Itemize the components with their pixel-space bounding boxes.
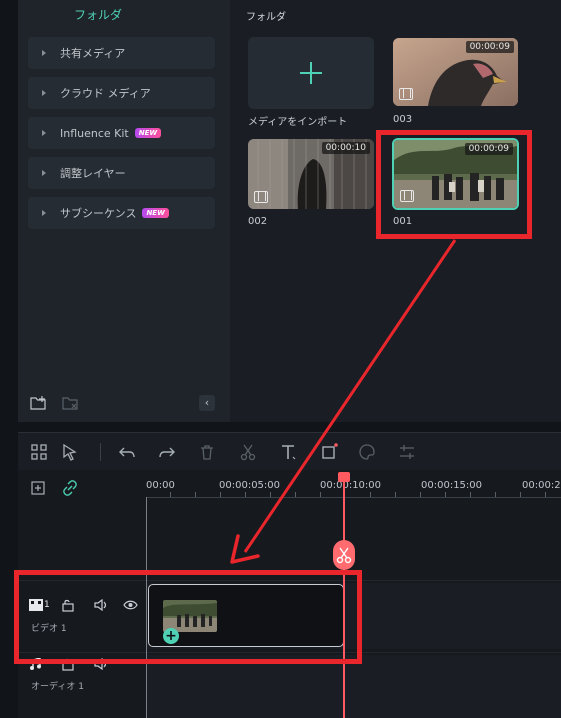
expand-arrow-icon bbox=[42, 170, 46, 176]
annotation-highlight-media-clip bbox=[376, 130, 532, 239]
playhead-handle[interactable] bbox=[338, 472, 350, 482]
film-icon bbox=[254, 191, 268, 203]
expand-arrow-icon bbox=[42, 210, 46, 216]
expand-arrow-icon bbox=[42, 130, 46, 136]
expand-arrow-icon bbox=[42, 50, 46, 56]
ruler-label: 00:00:15:00 bbox=[421, 480, 483, 491]
sidebar-item-label: クラウド メディア bbox=[60, 87, 151, 100]
toolbar-separator bbox=[100, 443, 101, 461]
expand-arrow-icon bbox=[42, 90, 46, 96]
redo-icon[interactable] bbox=[158, 443, 176, 461]
ruler-tick bbox=[170, 492, 171, 497]
new-badge: NEW bbox=[134, 128, 162, 138]
sidebar-item-influence-kit[interactable]: Influence Kit NEW bbox=[28, 117, 215, 149]
crop-icon[interactable] bbox=[320, 443, 338, 461]
time-ruler[interactable] bbox=[146, 497, 561, 498]
sidebar-item-shared-media[interactable]: 共有メディア bbox=[28, 37, 215, 69]
new-folder-icon[interactable] bbox=[30, 396, 46, 410]
ruler-label: 00:00 bbox=[146, 480, 175, 491]
clip-duration: 00:00:09 bbox=[465, 41, 514, 53]
ruler-tick bbox=[195, 492, 196, 497]
ruler-tick bbox=[370, 492, 371, 497]
sidebar-item-label: サブシーケンス bbox=[60, 207, 137, 220]
new-badge: NEW bbox=[142, 208, 169, 218]
select-pointer-icon[interactable] bbox=[61, 443, 79, 461]
delete-icon[interactable] bbox=[198, 443, 216, 461]
add-track-icon[interactable] bbox=[30, 480, 46, 496]
ruler-tick bbox=[220, 492, 221, 497]
ruler-tick bbox=[470, 492, 471, 497]
adjust-sliders-icon[interactable] bbox=[398, 443, 416, 461]
collapse-sidebar-button[interactable]: ‹ bbox=[199, 395, 215, 411]
undo-icon[interactable] bbox=[118, 443, 136, 461]
sidebar-item-subsequence[interactable]: サブシーケンス NEW bbox=[28, 197, 215, 229]
clip-name: 002 bbox=[248, 216, 268, 227]
ruler-tick bbox=[495, 492, 496, 497]
plus-icon bbox=[300, 62, 322, 84]
sidebar-item-adjustment-layer[interactable]: 調整レイヤー bbox=[28, 157, 215, 189]
ruler-tick bbox=[270, 492, 271, 497]
media-clip-002[interactable]: 00:00:10 bbox=[248, 139, 374, 209]
clip-name: 003 bbox=[393, 114, 413, 125]
audio-track-label: オーディオ 1 bbox=[31, 682, 84, 692]
sidebar-item-label: 調整レイヤー bbox=[60, 167, 126, 180]
clip-duration: 00:00:10 bbox=[321, 142, 370, 154]
color-palette-icon[interactable] bbox=[358, 443, 376, 461]
ruler-label: 00:00:05:00 bbox=[219, 480, 281, 491]
sidebar-item-label: 共有メディア bbox=[60, 47, 126, 60]
import-media-label: メディアをインポート bbox=[248, 117, 348, 128]
audio-track-row[interactable] bbox=[146, 655, 561, 718]
sidebar-item-cloud-media[interactable]: クラウド メディア bbox=[28, 77, 215, 109]
ruler-tick bbox=[295, 492, 296, 497]
ruler-tick bbox=[445, 492, 446, 497]
ruler-tick bbox=[245, 492, 246, 497]
sidebar-item-label: Influence Kit bbox=[60, 126, 129, 140]
ruler-tick bbox=[520, 492, 521, 497]
ruler-tick bbox=[395, 492, 396, 497]
link-icon[interactable] bbox=[62, 480, 78, 496]
cut-icon[interactable] bbox=[239, 443, 257, 461]
media-folder-title: フォルダ bbox=[246, 12, 286, 23]
layout-grid-icon[interactable] bbox=[30, 443, 48, 461]
film-icon bbox=[399, 88, 413, 100]
ruler-label: 00:00:10:00 bbox=[320, 480, 382, 491]
ruler-tick bbox=[320, 492, 321, 497]
split-scissors-button[interactable] bbox=[333, 540, 355, 570]
ruler-tick bbox=[420, 492, 421, 497]
annotation-highlight-timeline-track bbox=[14, 570, 362, 664]
ruler-tick bbox=[545, 492, 546, 497]
import-media-button[interactable] bbox=[248, 37, 374, 109]
delete-folder-icon[interactable] bbox=[62, 396, 78, 410]
media-clip-003[interactable]: 00:00:09 bbox=[393, 38, 518, 106]
sidebar-header[interactable]: フォルダ bbox=[74, 6, 122, 23]
ruler-label: 00:00:20 bbox=[522, 480, 561, 491]
panel-divider[interactable] bbox=[0, 422, 561, 432]
text-icon[interactable] bbox=[279, 443, 297, 461]
